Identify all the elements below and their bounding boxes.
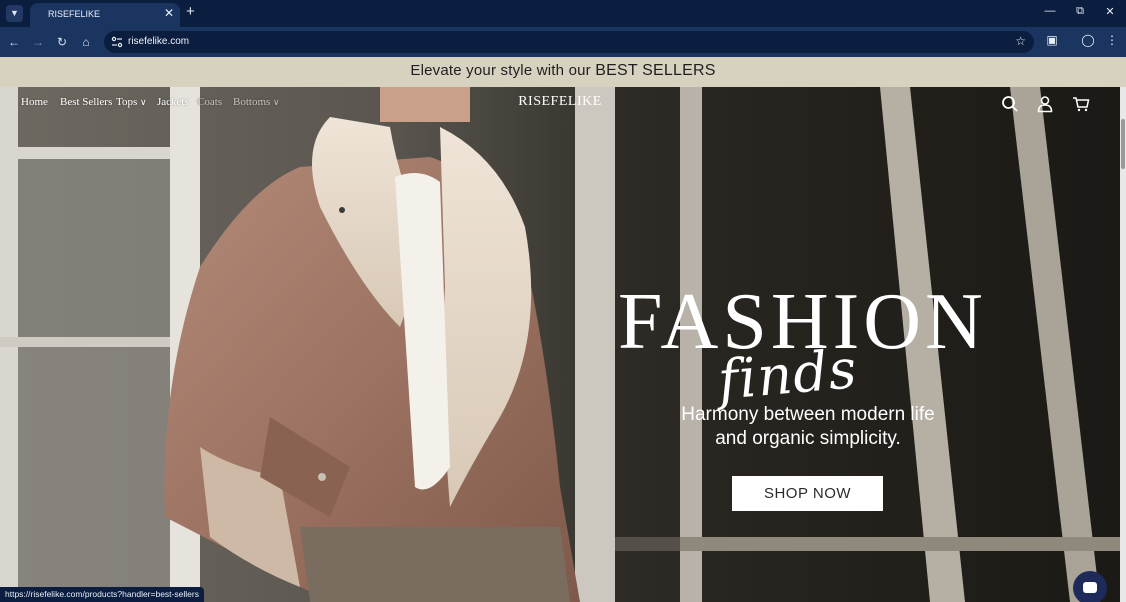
tab-search-icon[interactable]: ▼ <box>6 5 23 22</box>
url-text: risefelike.com <box>128 36 190 47</box>
menu-icon[interactable]: ⋮ <box>1104 33 1120 51</box>
account-icon[interactable] <box>1036 95 1054 113</box>
chat-button[interactable] <box>1073 571 1107 602</box>
web-page: Elevate your style with our BEST SELLERS <box>0 57 1126 602</box>
tab-title: RISEFELIKE <box>48 9 101 19</box>
restore-icon[interactable]: ⧉ <box>1072 5 1088 18</box>
bookmark-star-icon[interactable]: ☆ <box>1015 34 1026 48</box>
new-tab-icon[interactable]: + <box>186 3 195 20</box>
home-icon[interactable]: ⌂ <box>78 34 94 50</box>
cart-icon[interactable] <box>1072 95 1090 113</box>
search-icon[interactable] <box>1001 95 1019 113</box>
site-info-icon[interactable] <box>111 36 123 48</box>
extensions-icon[interactable]: ▣ <box>1044 33 1060 51</box>
hero-tagline-line2: and organic simplicity. <box>715 428 901 449</box>
close-tab-icon[interactable]: ✕ <box>164 6 174 20</box>
hero-script-text: finds <box>715 337 860 412</box>
profile-icon[interactable]: ◯ <box>1080 33 1096 51</box>
hero-banner: Home Best Sellers Tops ∨ Jackets Coats B… <box>0 87 1120 602</box>
close-window-icon[interactable]: ✕ <box>1102 5 1118 18</box>
shop-now-button[interactable]: SHOP NOW <box>732 476 883 511</box>
browser-toolbar: ← → ↻ ⌂ risefelike.com ☆ ▣ ◯ ⋮ <box>0 27 1126 57</box>
chat-bubble-icon <box>1083 582 1097 593</box>
browser-tab-bar: ▼ RISEFELIKE ✕ + — ⧉ ✕ <box>0 0 1126 27</box>
hero-tagline: Harmony between modern life and organic … <box>620 403 996 451</box>
announcement-bar[interactable]: Elevate your style with our BEST SELLERS <box>0 57 1126 87</box>
reload-icon[interactable]: ↻ <box>54 34 70 50</box>
browser-tab[interactable]: RISEFELIKE ✕ <box>30 3 180 27</box>
brand-logo[interactable]: RISEFELIKE <box>0 94 1120 110</box>
hero-tagline-line1: Harmony between modern life <box>681 404 935 425</box>
announcement-text: Elevate your style with our BEST SELLERS <box>410 62 715 80</box>
announcement-prefix: Elevate your style with our <box>410 62 596 79</box>
scrollbar-thumb[interactable] <box>1121 119 1125 169</box>
page-scrollbar[interactable] <box>1120 87 1126 602</box>
minimize-icon[interactable]: — <box>1042 5 1058 17</box>
back-icon[interactable]: ← <box>6 34 22 50</box>
address-bar[interactable]: risefelike.com ☆ <box>104 31 1034 53</box>
announcement-highlight: BEST SELLERS <box>595 62 716 79</box>
status-bar-url: https://risefelike.com/products?handler=… <box>0 587 204 602</box>
forward-icon[interactable]: → <box>30 34 46 50</box>
